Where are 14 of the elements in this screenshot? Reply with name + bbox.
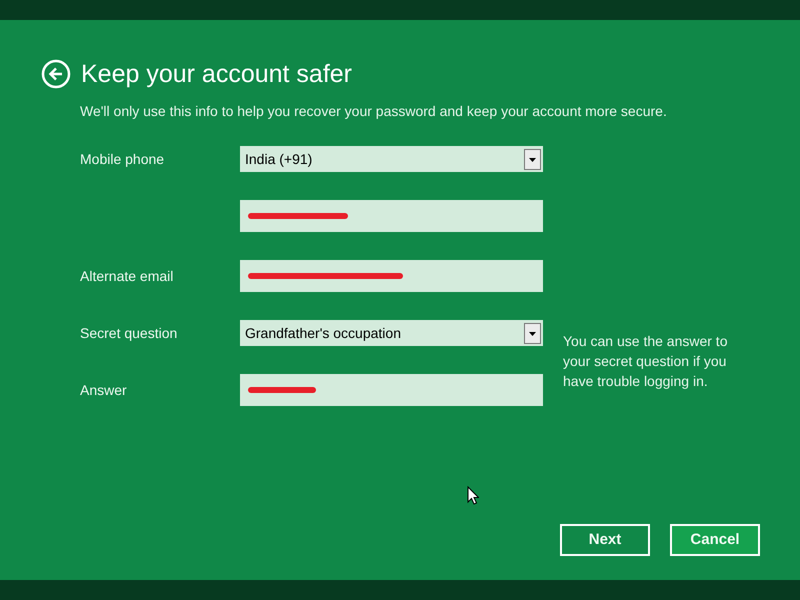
dropdown[interactable]: Grandfather's occupation (240, 320, 543, 346)
field-label: Alternate email (80, 266, 174, 286)
input-field[interactable] (240, 374, 543, 406)
help-text: You can use the answer to your secret question if you have trouble logging in. (563, 332, 728, 391)
dialog-button[interactable]: Next (560, 524, 650, 556)
subtitle: We'll only use this info to help you recover your password and keep your account more secure. (80, 102, 668, 120)
input-field[interactable] (240, 200, 543, 232)
field-label: Mobile phone (80, 150, 166, 169)
dropdown[interactable]: India (+91) (240, 146, 543, 172)
mouse-pointer-icon (467, 486, 479, 505)
field-label: Answer (80, 380, 128, 400)
field-label: Secret question (80, 324, 178, 343)
page-title: Keep your account safer (81, 59, 352, 90)
input-field[interactable] (240, 260, 543, 292)
